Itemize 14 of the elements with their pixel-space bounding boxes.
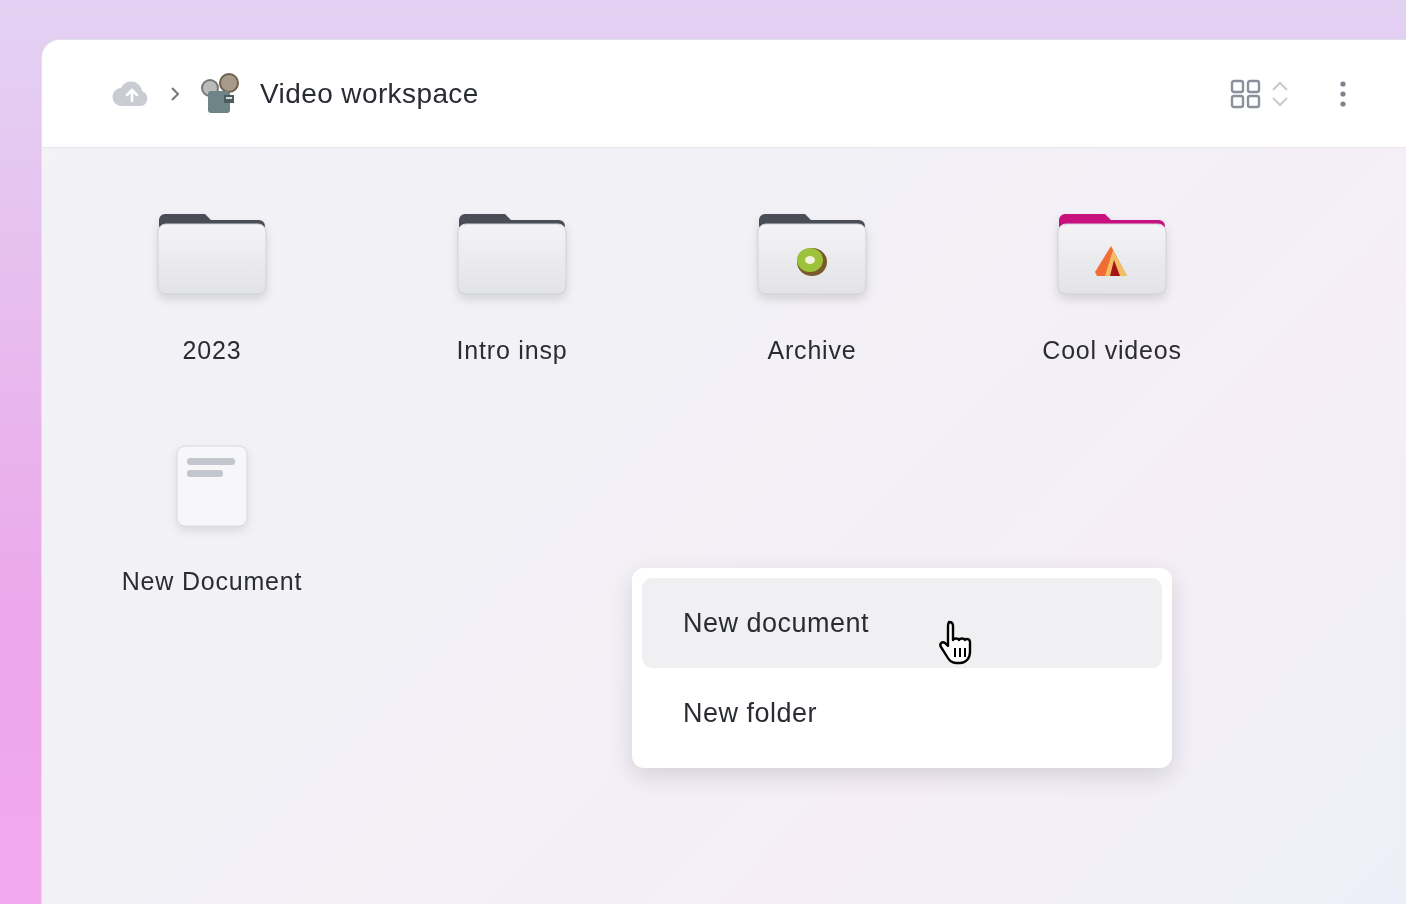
chevron-right-icon [170, 85, 180, 102]
tent-icon [1095, 246, 1127, 276]
folder-name[interactable]: 2023 [182, 336, 242, 365]
folder-name[interactable]: Intro insp [456, 336, 568, 365]
folder-name[interactable]: Cool videos [1042, 336, 1182, 365]
more-options-icon[interactable] [1340, 80, 1346, 107]
menu-item[interactable]: New folder [642, 668, 1162, 758]
document-name[interactable]: New Document [121, 567, 303, 596]
menu-item[interactable]: New document [642, 578, 1162, 668]
breadcrumb-title[interactable]: Video workspace [260, 77, 479, 110]
film-projector-icon [198, 72, 242, 115]
grid-view-icon[interactable] [1230, 78, 1262, 109]
folder-name[interactable]: Archive [767, 336, 857, 365]
kiwi-icon [797, 248, 827, 276]
